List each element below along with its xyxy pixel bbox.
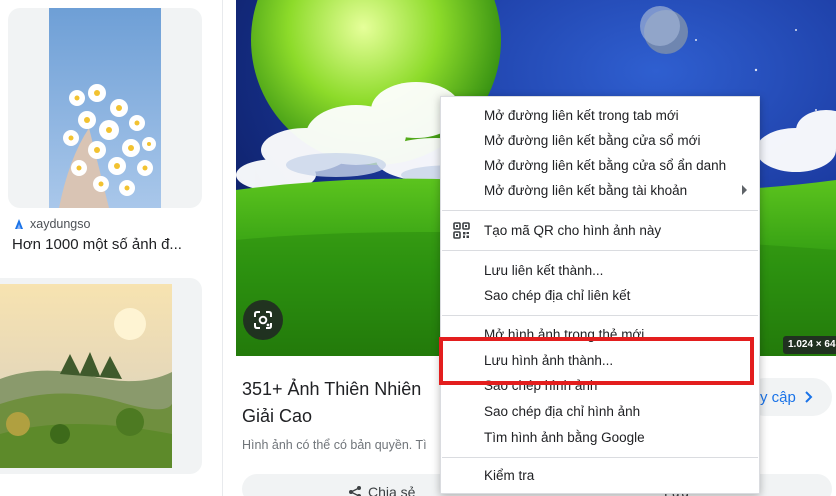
menu-open-link-new-tab[interactable]: Mở đường liên kết trong tab mới — [441, 103, 759, 128]
copyright-note: Hình ảnh có thể có bản quyền. Tì — [242, 438, 427, 452]
image-dimensions-badge: 1.024 × 64 — [783, 336, 836, 354]
result-card-1[interactable] — [8, 8, 202, 208]
column-divider — [222, 0, 223, 496]
preview-title[interactable]: 351+ Ảnh Thiên Nhiên Giải Cao — [242, 376, 452, 430]
qr-code-icon — [453, 222, 470, 239]
menu-inspect[interactable]: Kiểm tra — [441, 463, 759, 488]
menu-copy-link-address[interactable]: Sao chép địa chỉ liên kết — [441, 283, 759, 308]
result-title[interactable]: Hơn 1000 một số ảnh đ... — [12, 236, 212, 253]
triangle-right-icon — [742, 185, 747, 195]
menu-save-link-as[interactable]: Lưu liên kết thành... — [441, 258, 759, 283]
result-card-2[interactable] — [0, 278, 202, 474]
menu-copy-image-address[interactable]: Sao chép địa chỉ hình ảnh — [441, 399, 759, 424]
result-source: xaydungso — [13, 217, 90, 231]
share-button[interactable]: Chia sẻ — [348, 484, 415, 496]
chevron-right-icon — [805, 391, 813, 403]
menu-separator — [442, 210, 758, 211]
menu-open-link-as-account-label: Mở đường liên kết bằng tài khoản — [484, 183, 688, 198]
menu-create-qr-code[interactable]: Tạo mã QR cho hình ảnh này — [441, 218, 759, 243]
highlight-annotation-box — [439, 337, 754, 385]
results-column: xaydungso Hơn 1000 một số ảnh đ... — [0, 0, 222, 496]
menu-separator — [442, 457, 758, 458]
daisy-thumbnail[interactable] — [49, 8, 161, 208]
source-name: xaydungso — [30, 217, 91, 231]
context-menu: Mở đường liên kết trong tab mới Mở đường… — [440, 96, 760, 494]
menu-create-qr-code-label: Tạo mã QR cho hình ảnh này — [484, 223, 662, 238]
share-label: Chia sẻ — [368, 484, 416, 496]
xaydungso-logo-icon — [15, 219, 23, 229]
menu-open-link-incognito[interactable]: Mở đường liên kết bằng cửa sổ ẩn danh — [441, 153, 759, 178]
menu-search-image-google[interactable]: Tìm hình ảnh bằng Google — [441, 425, 759, 450]
share-icon — [349, 486, 361, 496]
menu-separator — [442, 315, 758, 316]
landscape-thumbnail[interactable] — [0, 284, 172, 468]
google-lens-icon — [254, 311, 272, 329]
menu-open-link-new-window[interactable]: Mở đường liên kết bằng cửa sổ mới — [441, 128, 759, 153]
menu-open-link-as-account[interactable]: Mở đường liên kết bằng tài khoản — [441, 178, 759, 203]
visit-button-label: y cập — [760, 388, 796, 406]
google-lens-button[interactable] — [243, 300, 283, 340]
menu-separator — [442, 250, 758, 251]
